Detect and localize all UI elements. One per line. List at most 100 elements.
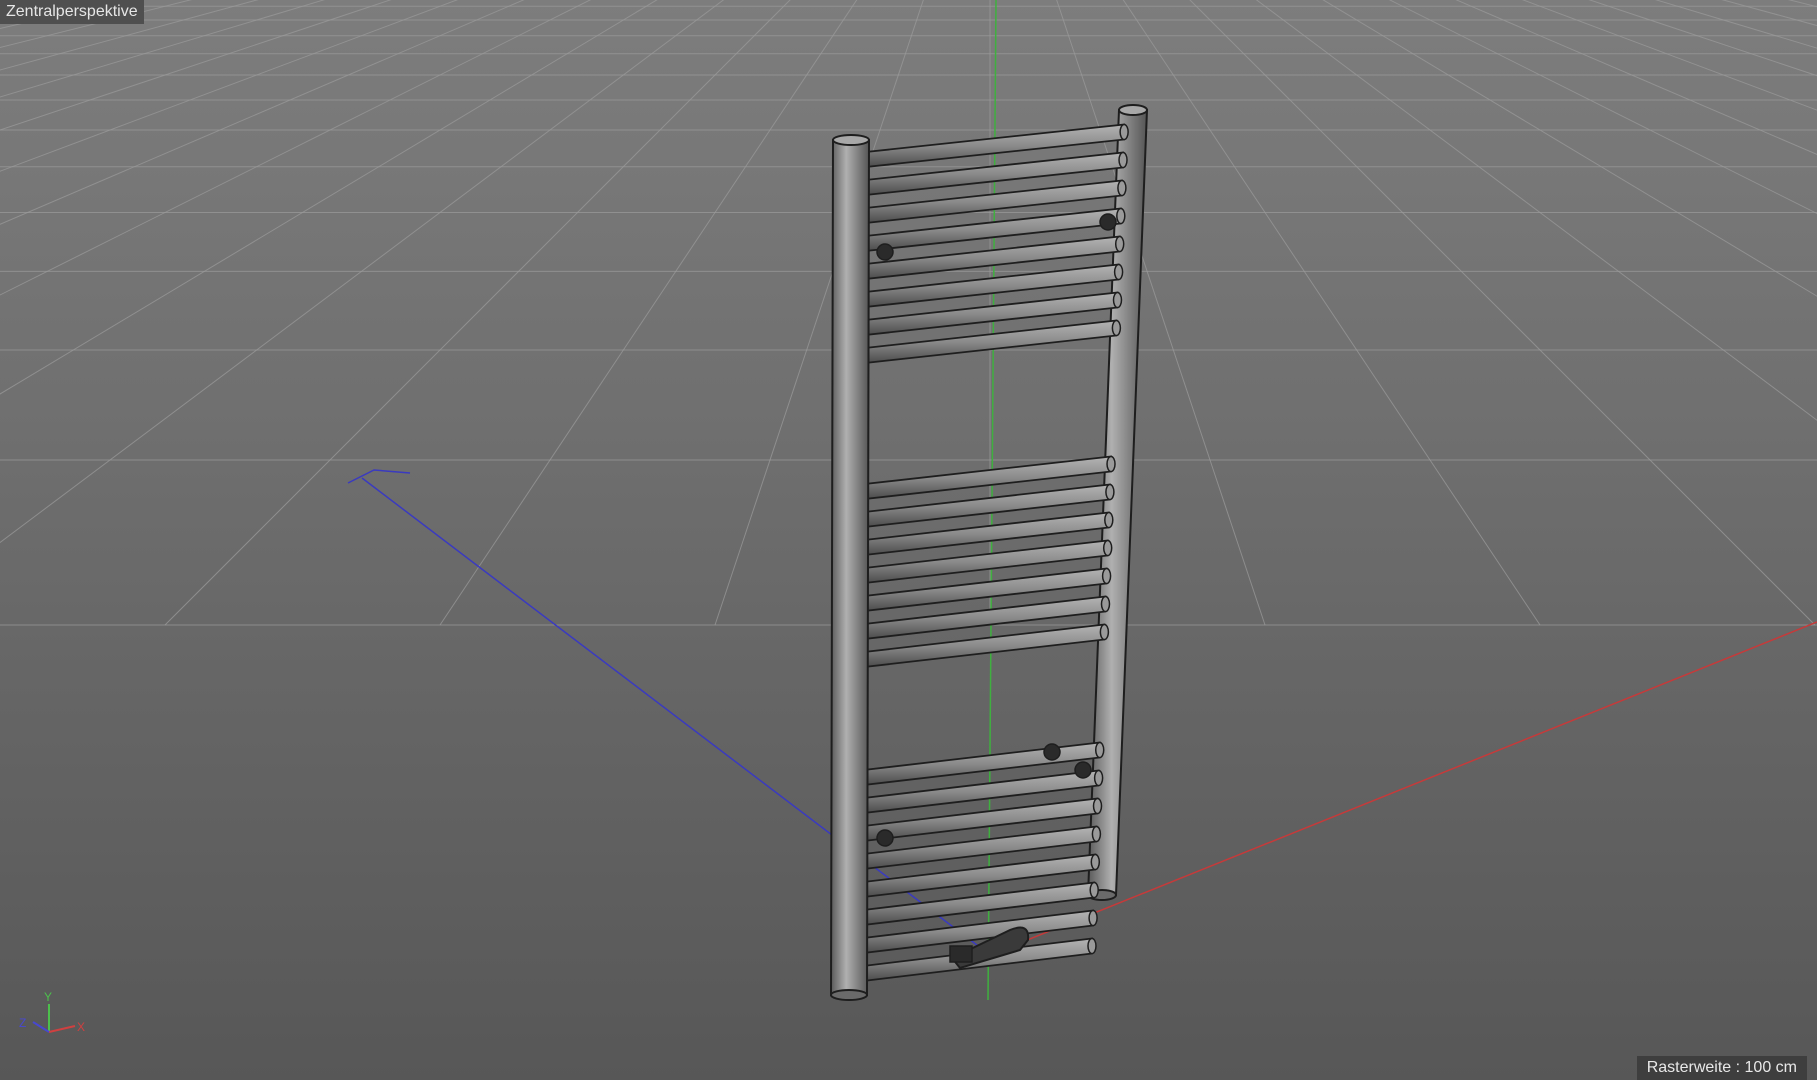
grid-line <box>1336 0 1817 625</box>
grid-line <box>1278 0 1817 625</box>
grid-line <box>439 0 858 626</box>
grid-line <box>1233 0 1817 625</box>
grid-line <box>1055 0 1817 625</box>
grid-line <box>1127 0 1817 625</box>
grid-line <box>1046 0 1817 625</box>
grid-line <box>1089 0 1817 625</box>
radiator-rail-end <box>1114 235 1125 253</box>
grid-line <box>0 0 889 625</box>
grid-line <box>0 0 713 625</box>
grid-line <box>1202 0 1817 625</box>
radiator-right-post-cap <box>1118 104 1148 116</box>
grid-line <box>0 0 326 98</box>
grid-line <box>1320 0 1817 625</box>
grid-line <box>0 0 824 625</box>
grid-line <box>0 0 941 625</box>
grid-line <box>1284 0 1817 625</box>
grid-line <box>1152 0 1817 625</box>
grid-line <box>1049 0 1817 625</box>
grid-line <box>0 0 961 625</box>
viewport-camera-label[interactable]: Zentralperspektive <box>0 0 144 24</box>
grid-line <box>1147 0 1817 625</box>
grid-line <box>1213 0 1817 625</box>
grid-line <box>1166 0 1817 625</box>
grid-line <box>0 0 931 625</box>
grid-line <box>1035 0 1817 625</box>
viewport-scene[interactable]: Y X Z <box>0 0 1817 1080</box>
grid-line <box>1291 0 1817 625</box>
grid-line <box>0 0 666 625</box>
grid-line <box>0 0 898 625</box>
grid-line <box>1066 0 1817 625</box>
radiator-rail-end <box>1119 123 1129 141</box>
grid-line <box>0 0 785 625</box>
grid-line <box>1165 0 1817 625</box>
grid-line <box>1064 0 1817 625</box>
grid-line <box>0 0 884 625</box>
grid-line <box>1118 0 1817 625</box>
grid-line <box>1051 0 1817 625</box>
grid-line <box>1103 0 1817 625</box>
radiator-rail-end <box>1106 455 1116 473</box>
grid-line <box>0 0 797 625</box>
radiator-rail-end <box>1118 151 1128 169</box>
grid-line <box>0 0 841 625</box>
grid-line <box>1276 0 1817 625</box>
viewport-3d[interactable]: Y X Z Zentralperspektive Rasterweite : 1… <box>0 0 1817 1080</box>
grid-line <box>1208 0 1817 625</box>
grid-line <box>1168 0 1817 625</box>
grid-line <box>1219 0 1817 625</box>
grid-line <box>1255 0 1817 625</box>
grid-line <box>1102 0 1817 625</box>
grid-line <box>0 0 60 13</box>
grid-line <box>0 0 671 625</box>
grid-line <box>1311 0 1817 625</box>
grid-line <box>1148 0 1817 625</box>
grid-line <box>0 0 650 625</box>
grid-line <box>1293 0 1817 625</box>
grid-line <box>1217 0 1817 625</box>
grid-line <box>0 0 857 625</box>
grid-line <box>0 0 839 625</box>
grid-line <box>1111 0 1817 625</box>
grid-line <box>0 0 918 625</box>
grid-line <box>0 0 787 625</box>
grid-line <box>0 0 868 625</box>
grid-line <box>0 0 877 625</box>
grid-line <box>0 0 860 625</box>
grid-line <box>1262 0 1817 625</box>
radiator-rail-end <box>1112 291 1123 309</box>
grid-line <box>0 0 459 172</box>
grid-line <box>1116 0 1817 625</box>
grid-line <box>0 0 738 625</box>
grid-line <box>1157 0 1817 625</box>
grid-line <box>0 0 689 625</box>
wall-bracket <box>876 829 894 847</box>
wall-bracket <box>1074 761 1092 779</box>
grid-line <box>0 0 691 625</box>
grid-line <box>0 0 848 625</box>
grid-line <box>1053 0 1817 625</box>
grid-line <box>0 0 790 625</box>
grid-line <box>0 0 945 625</box>
grid-line <box>1145 0 1817 625</box>
grid-line <box>0 0 814 625</box>
grid-line <box>0 0 959 625</box>
grid-line <box>0 0 259 71</box>
grid-line <box>1136 0 1817 625</box>
grid-line <box>0 0 815 625</box>
grid-line <box>0 0 661 625</box>
grid-line <box>0 0 740 625</box>
grid-line <box>1309 0 1817 625</box>
grid-line <box>0 0 752 625</box>
grid-line <box>1327 0 1817 625</box>
grid-line <box>1321 0 1817 625</box>
grid-line <box>0 0 846 625</box>
grid-line <box>0 0 823 625</box>
grid-line <box>1030 0 1817 625</box>
grid-line <box>1251 0 1817 625</box>
grid-line <box>1348 0 1817 625</box>
gizmo-label-z: Z <box>19 1016 26 1030</box>
grid-line <box>0 0 949 625</box>
grid-line <box>1040 0 1817 625</box>
